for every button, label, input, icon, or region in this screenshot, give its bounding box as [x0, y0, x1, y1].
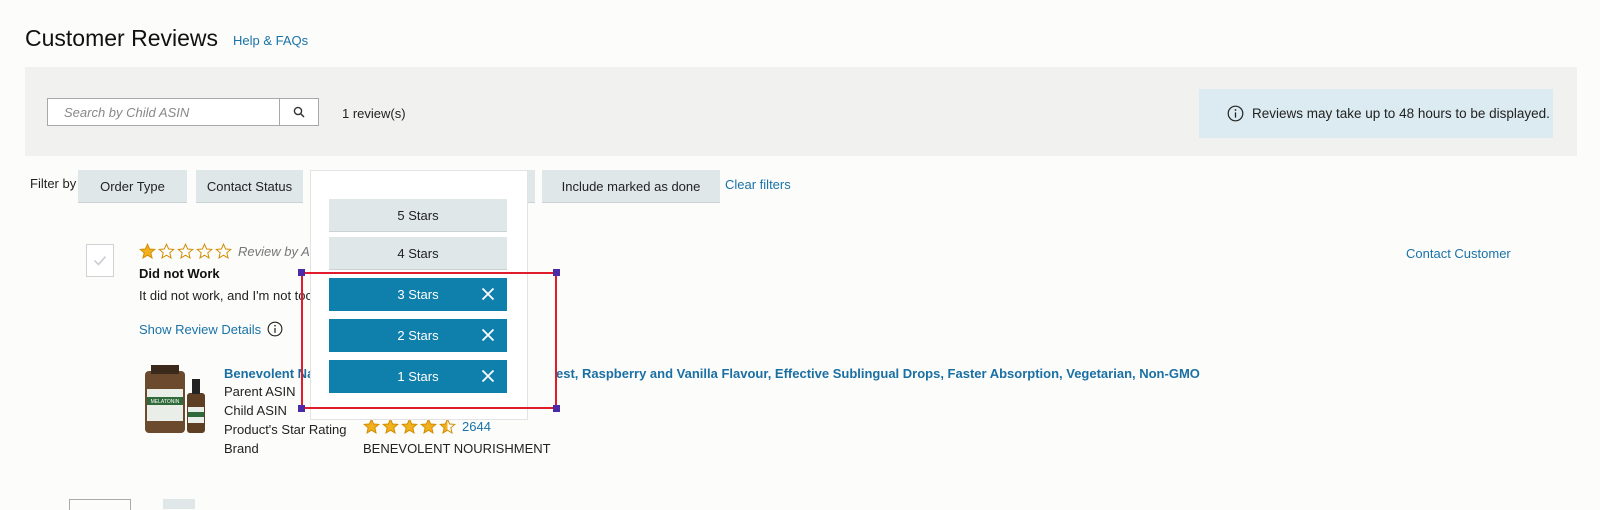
option-4-stars[interactable]: 4 Stars: [329, 237, 507, 270]
child-asin-label: Child ASIN: [224, 403, 287, 418]
resize-handle[interactable]: [298, 405, 305, 412]
search-box: [47, 98, 289, 126]
star-empty-icon: [215, 243, 232, 259]
page-title: Customer Reviews: [25, 25, 218, 51]
order-type-filter[interactable]: Order Type: [78, 170, 187, 203]
option-label: 5 Stars: [397, 207, 439, 223]
review-stars: [139, 243, 234, 259]
help-faqs-link[interactable]: Help & FAQs: [233, 33, 308, 48]
contact-status-filter[interactable]: Contact Status: [196, 170, 303, 203]
resize-handle[interactable]: [553, 405, 560, 412]
star-rating-label: Product's Star Rating: [224, 422, 347, 437]
product-rating: 2644: [363, 418, 491, 434]
star-empty-icon: [158, 243, 175, 259]
mark-done-checkbox[interactable]: [86, 244, 114, 277]
contact-customer-link[interactable]: Contact Customer: [1406, 246, 1511, 261]
show-review-details-link[interactable]: Show Review Details: [139, 321, 283, 337]
pagination-button[interactable]: [163, 499, 195, 509]
review-rating: Review by Am: [139, 243, 321, 259]
search-icon: [293, 106, 305, 118]
review-by: Review by Am: [238, 243, 321, 259]
option-5-stars[interactable]: 5 Stars: [329, 199, 507, 232]
star-half-icon: [439, 418, 456, 434]
checkmark-icon: [93, 256, 107, 266]
show-review-details-label: Show Review Details: [139, 321, 262, 337]
filter-by-label: Filter by: [30, 176, 77, 191]
star-empty-icon: [196, 243, 213, 259]
review-body: It did not work, and I'm not too fo: [139, 288, 311, 303]
star-filled-icon: [363, 418, 380, 434]
parent-asin-label: Parent ASIN: [224, 384, 296, 399]
include-done-filter[interactable]: Include marked as done: [542, 170, 720, 203]
brand-label: Brand: [224, 441, 259, 456]
clear-filters-link[interactable]: Clear filters: [725, 177, 791, 192]
star-filled-icon: [401, 418, 418, 434]
option-label: 4 Stars: [397, 245, 439, 261]
product-image: MELATONIN: [139, 363, 209, 435]
notice-text: Reviews may take up to 48 hours to be di…: [1252, 106, 1550, 121]
rating-count-link[interactable]: 2644: [462, 419, 491, 434]
star-filled-icon: [420, 418, 437, 434]
resize-handle[interactable]: [553, 269, 560, 276]
star-empty-icon: [177, 243, 194, 259]
star-filled-icon: [382, 418, 399, 434]
search-button[interactable]: [280, 98, 319, 126]
product-stars: [363, 418, 458, 434]
product-image-label: MELATONIN: [151, 399, 180, 405]
search-input[interactable]: [48, 99, 289, 125]
review-count: 1 review(s): [342, 106, 406, 121]
info-icon: [1227, 105, 1244, 122]
brand-value: BENEVOLENT NOURISHMENT: [363, 441, 551, 456]
review-title: Did not Work: [139, 266, 220, 281]
selection-highlight: [301, 272, 557, 409]
product-title-continued[interactable]: est, Raspberry and Vanilla Flavour, Effe…: [556, 366, 1200, 381]
star-filled-icon: [139, 243, 156, 259]
info-icon: [267, 321, 283, 337]
resize-handle[interactable]: [298, 269, 305, 276]
info-notice: Reviews may take up to 48 hours to be di…: [1199, 89, 1553, 138]
